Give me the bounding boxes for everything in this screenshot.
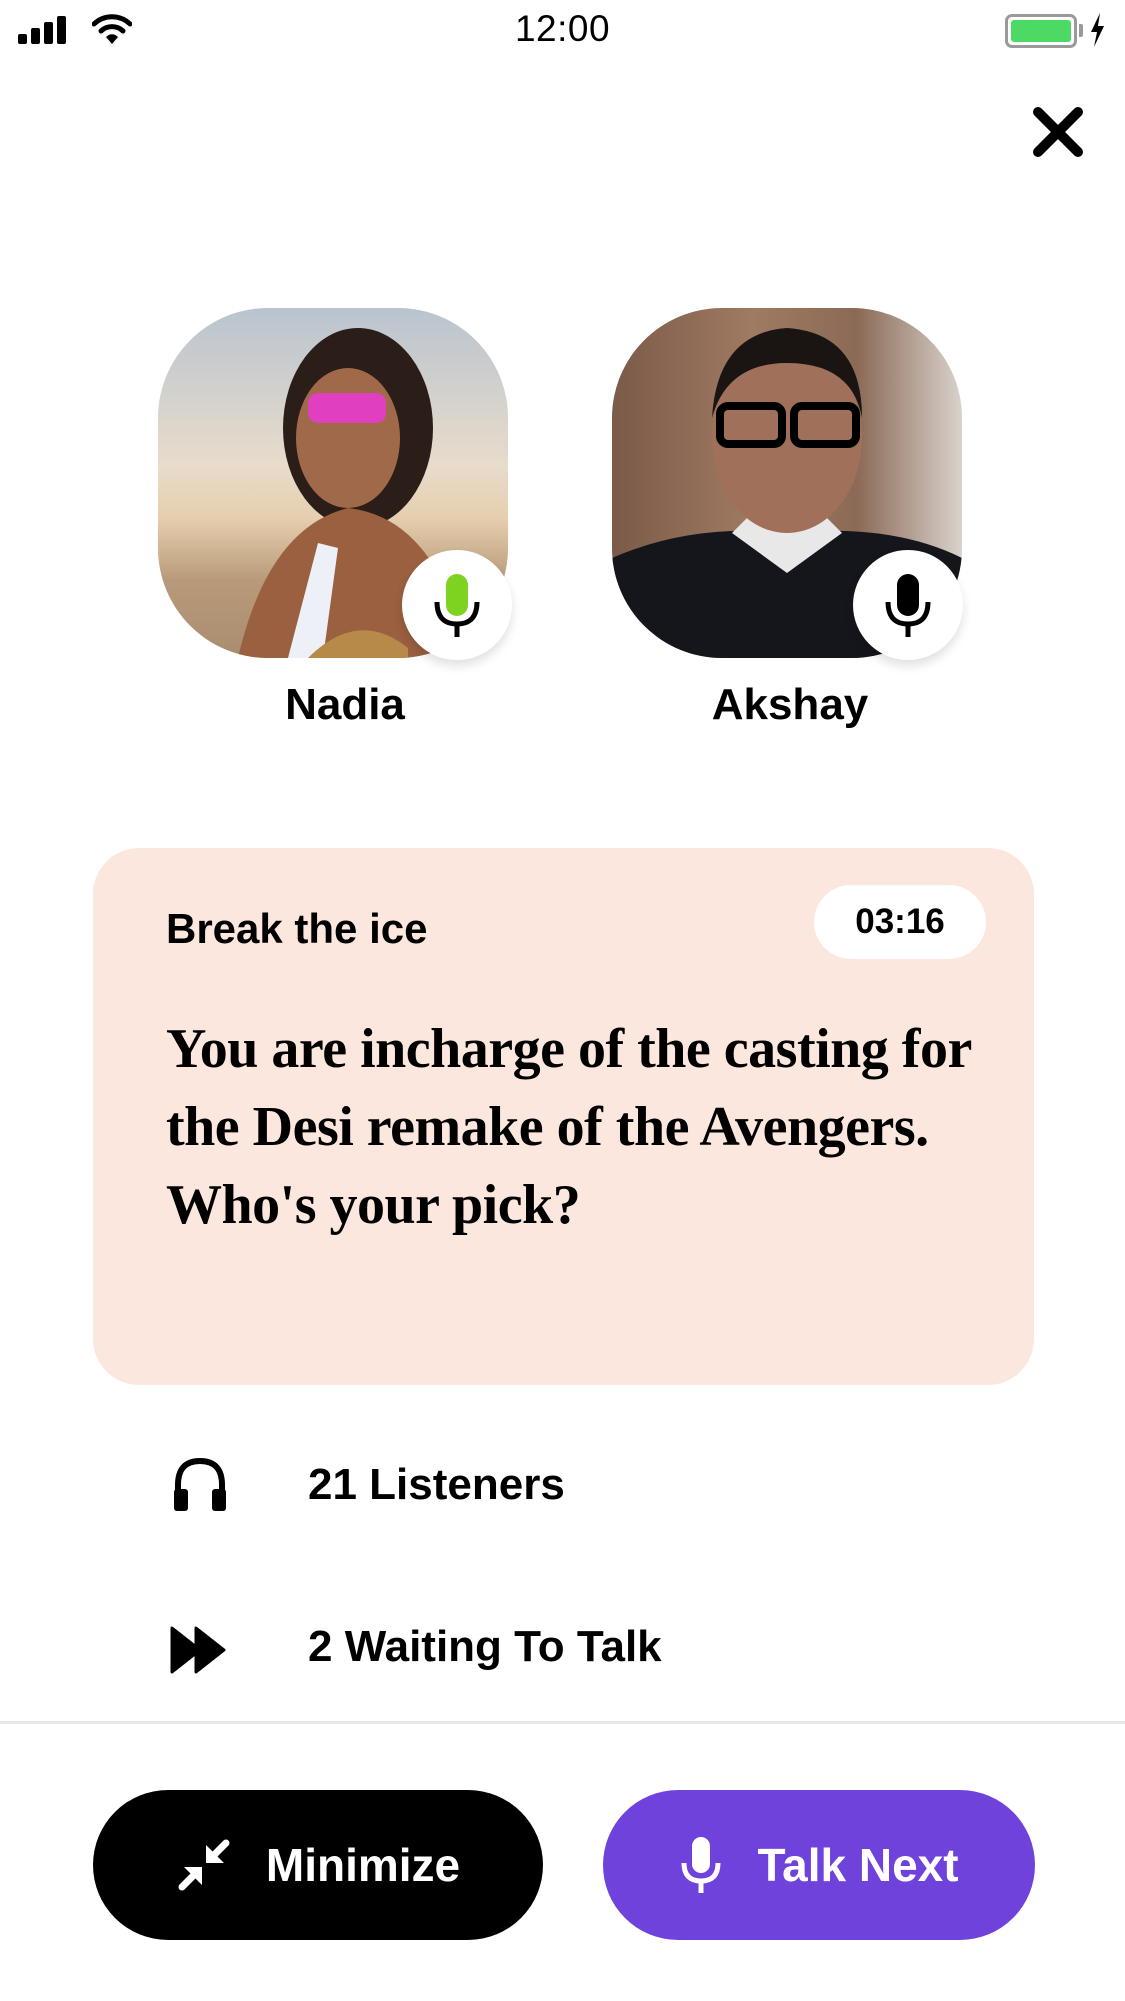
microphone-active-icon bbox=[434, 574, 480, 637]
status-time: 12:00 bbox=[514, 8, 611, 49]
minimize-button[interactable]: Minimize bbox=[93, 1790, 543, 1940]
talk-next-label: Talk Next bbox=[757, 1839, 959, 1891]
battery-nub bbox=[1079, 24, 1083, 37]
mic-badge-akshay bbox=[853, 550, 963, 660]
listeners-count: 21 Listeners bbox=[308, 1460, 565, 1509]
divider bbox=[0, 1721, 1125, 1724]
mic-badge-nadia bbox=[402, 550, 512, 660]
fast-forward-icon bbox=[170, 1626, 226, 1674]
minimize-label: Minimize bbox=[265, 1839, 461, 1891]
microphone-icon bbox=[681, 1837, 721, 1893]
speaker-name: Akshay bbox=[711, 680, 869, 729]
close-icon[interactable] bbox=[1030, 104, 1086, 160]
prompt-card-label: Break the ice bbox=[166, 905, 428, 952]
microphone-icon bbox=[885, 574, 931, 637]
timer-badge: 03:16 bbox=[814, 885, 986, 959]
headphones-icon bbox=[174, 1457, 226, 1511]
battery-charging-icon bbox=[1005, 14, 1077, 48]
talk-next-button[interactable]: Talk Next bbox=[603, 1790, 1035, 1940]
charging-bolt-icon bbox=[1091, 13, 1104, 47]
speaker-name: Nadia bbox=[285, 680, 405, 729]
prompt-text: You are incharge of the casting for the … bbox=[166, 1018, 971, 1236]
waiting-to-talk-count: 2 Waiting To Talk bbox=[308, 1622, 662, 1671]
minimize-arrows-icon bbox=[178, 1839, 230, 1891]
